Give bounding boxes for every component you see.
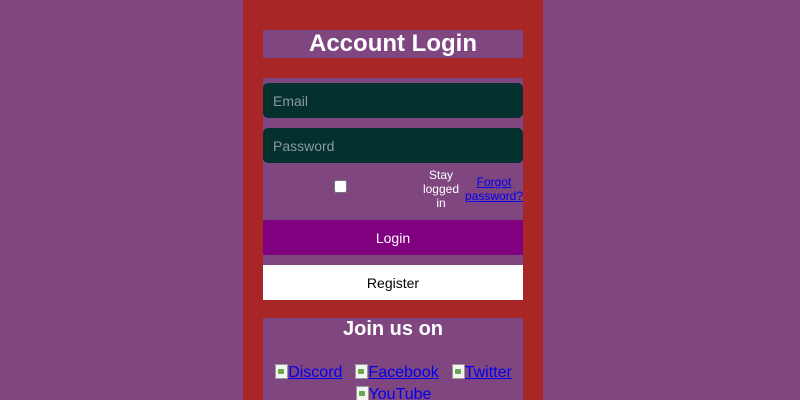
email-field[interactable] [263,83,523,118]
page: Account Login Stay logged in Forgot pass… [0,0,800,400]
twitter-link[interactable]: Twitter [451,362,512,384]
facebook-link-label: Facebook [368,364,439,381]
discord-link-label: Discord [288,364,343,381]
twitter-link-label: Twitter [464,364,512,381]
title-box: Account Login [263,30,523,58]
social-section: Join us on Discord Facebook Twitter YouTube [263,318,523,400]
social-heading: Join us on [343,318,443,340]
broken-image-icon [274,363,289,379]
login-form: Stay logged in Forgot password? Login Re… [263,78,523,300]
social-links: Discord Facebook Twitter YouTube [263,362,523,400]
stay-logged-in-checkbox[interactable] [334,180,347,193]
youtube-link[interactable]: YouTube [355,384,432,400]
stay-logged-in-label: Stay logged in [422,168,460,210]
broken-image-icon [354,363,369,379]
facebook-link[interactable]: Facebook [354,362,439,384]
login-panel: Account Login Stay logged in Forgot pass… [243,0,543,400]
forgot-password-link[interactable]: Forgot password? [463,175,525,203]
broken-image-icon [355,385,369,400]
discord-link[interactable]: Discord [274,362,342,384]
password-field[interactable] [263,128,523,163]
register-button[interactable]: Register [263,265,523,300]
youtube-link-label: YouTube [368,386,432,400]
login-button[interactable]: Login [263,220,523,255]
page-title: Account Login [309,30,477,57]
remember-row: Stay logged in Forgot password? [263,168,523,210]
broken-image-icon [451,363,465,379]
